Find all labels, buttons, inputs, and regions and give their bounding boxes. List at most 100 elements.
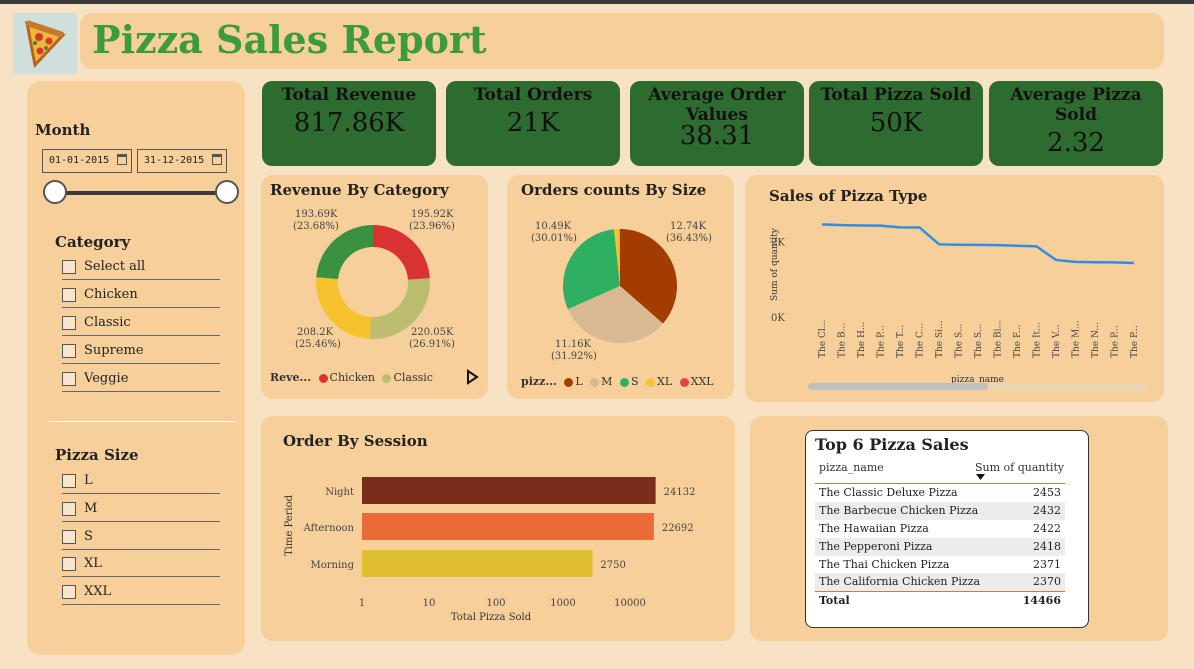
sort-desc-icon[interactable] xyxy=(976,474,985,480)
table-title: Top 6 Pizza Sales xyxy=(815,435,969,454)
checkbox[interactable] xyxy=(62,585,76,599)
date-from-input[interactable]: 01-01-2015 xyxy=(42,149,132,173)
size-option[interactable]: XL xyxy=(62,553,220,577)
checkbox[interactable] xyxy=(62,474,76,488)
table-row[interactable]: The Thai Chicken Pizza 2371 xyxy=(815,556,1065,574)
x-tick-label: The Bi... xyxy=(994,320,1004,358)
cell-name: The Hawaiian Pizza xyxy=(819,522,929,535)
option-label: XXL xyxy=(84,584,112,599)
legend-item[interactable]: XXL xyxy=(691,375,714,388)
checkbox[interactable] xyxy=(62,372,76,386)
window-top-border xyxy=(0,0,1194,4)
x-tick-label: The B... xyxy=(838,323,848,358)
category-option[interactable]: Chicken xyxy=(62,284,220,308)
size-option[interactable]: XXL xyxy=(62,581,220,605)
slice-percent-label: (25.46%) xyxy=(295,339,341,350)
category-option[interactable]: Supreme xyxy=(62,340,220,364)
x-tick-label: The T... xyxy=(896,325,906,358)
bar-value-label: 2750 xyxy=(600,560,625,571)
slice-percent-label: (23.68%) xyxy=(293,221,339,232)
pizza-slice-icon xyxy=(13,13,77,74)
option-label: Select all xyxy=(84,259,146,274)
option-label: Classic xyxy=(84,315,131,330)
kpi-card-average-pizza-sold: Average Pizza Sold 2.32 xyxy=(989,81,1163,166)
cell-quantity: 2418 xyxy=(1033,540,1061,553)
bar-night xyxy=(362,477,656,504)
kpi-card-total-orders: Total Orders 21K xyxy=(446,81,620,166)
slider-end-handle[interactable] xyxy=(215,180,239,204)
checkbox[interactable] xyxy=(62,316,76,330)
legend-item[interactable]: Classic xyxy=(393,371,432,384)
kpi-value: 50K xyxy=(869,108,923,138)
legend-item[interactable]: M xyxy=(601,375,612,388)
size-option[interactable]: L xyxy=(62,470,220,494)
kpi-card-average-order-values: Average Order Values 38.31 xyxy=(630,81,804,166)
pizza-type-line-chart: 0K2KSum of quantityThe Cl... The B... The … xyxy=(770,223,1140,385)
option-label: Supreme xyxy=(84,343,144,358)
x-tick-label: 10000 xyxy=(614,598,646,609)
legend-next-arrow-icon[interactable] xyxy=(465,369,479,385)
table-row[interactable]: The Barbecue Chicken Pizza 2432 xyxy=(815,502,1065,520)
cell-name: The Pepperoni Pizza xyxy=(819,540,933,553)
date-to-value: 31-12-2015 xyxy=(144,155,205,166)
date-range-slider[interactable] xyxy=(55,191,227,195)
size-option[interactable]: M xyxy=(62,498,220,522)
x-tick-label: The P... xyxy=(1111,325,1121,358)
donut-slice-chicken xyxy=(373,225,430,280)
chart-legend: pizz... L M S XL XXL xyxy=(521,375,714,388)
legend-title: pizz... xyxy=(521,375,557,388)
calendar-icon[interactable] xyxy=(117,154,127,165)
slice-percent-label: (23.96%) xyxy=(409,221,455,232)
category-option[interactable]: Select all xyxy=(62,256,220,280)
legend-item[interactable]: XL xyxy=(657,375,672,388)
cell-quantity: 2432 xyxy=(1033,504,1061,517)
legend-item[interactable]: S xyxy=(631,375,639,388)
slider-start-handle[interactable] xyxy=(43,180,67,204)
column-header-quantity[interactable]: Sum of quantity xyxy=(975,461,1064,474)
bar-afternoon xyxy=(362,513,654,540)
table-row[interactable]: The Hawaiian Pizza 2422 xyxy=(815,520,1065,538)
category-option[interactable]: Veggie xyxy=(62,368,220,392)
table-row[interactable]: The Pepperoni Pizza 2418 xyxy=(815,538,1065,556)
date-to-input[interactable]: 31-12-2015 xyxy=(137,149,227,173)
checkbox[interactable] xyxy=(62,502,76,516)
x-tick-label: The M... xyxy=(1072,320,1082,358)
checkbox[interactable] xyxy=(62,557,76,571)
legend-item[interactable]: Chicken xyxy=(330,371,375,384)
slice-value-label: 10.49K xyxy=(535,221,572,232)
checkbox[interactable] xyxy=(62,530,76,544)
month-filter-label: Month xyxy=(35,121,91,139)
scrollbar-thumb[interactable] xyxy=(808,383,988,390)
table-row[interactable]: The Classic Deluxe Pizza 2453 xyxy=(815,484,1065,502)
table-row[interactable]: The California Chicken Pizza 2370 xyxy=(815,573,1065,591)
slice-value-label: 208.2K xyxy=(297,327,334,338)
cell-name: The Thai Chicken Pizza xyxy=(819,558,950,571)
x-tick-label: The Si... xyxy=(935,320,945,358)
legend-swatch xyxy=(645,377,655,387)
y-tick-label: Morning xyxy=(310,560,354,571)
kpi-value: 817.86K xyxy=(293,108,405,138)
checkbox[interactable] xyxy=(62,260,76,274)
table-total-row: Total 14466 xyxy=(815,592,1065,610)
calendar-icon[interactable] xyxy=(212,154,222,165)
x-tick-label: The P... xyxy=(877,325,887,358)
size-option[interactable]: S xyxy=(62,526,220,550)
chart-legend: Reve... Chicken Classic xyxy=(270,371,433,384)
x-tick-label: 1 xyxy=(359,598,365,609)
checkbox[interactable] xyxy=(62,288,76,302)
option-label: S xyxy=(84,529,93,544)
x-tick-label: The N... xyxy=(1091,322,1101,358)
category-option[interactable]: Classic xyxy=(62,312,220,336)
legend-item[interactable]: L xyxy=(575,375,582,388)
sales-line-series xyxy=(821,223,1135,265)
kpi-value: 38.31 xyxy=(679,121,755,151)
cell-quantity: 2370 xyxy=(1033,575,1061,588)
option-label: M xyxy=(84,501,98,516)
kpi-value: 21K xyxy=(506,108,560,138)
x-tick-label: The F... xyxy=(1013,324,1023,358)
horizontal-scrollbar[interactable] xyxy=(808,383,1148,390)
checkbox[interactable] xyxy=(62,344,76,358)
column-header-name[interactable]: pizza_name xyxy=(819,461,884,474)
cell-name: The Barbecue Chicken Pizza xyxy=(819,504,979,517)
date-from-value: 01-01-2015 xyxy=(49,155,110,166)
